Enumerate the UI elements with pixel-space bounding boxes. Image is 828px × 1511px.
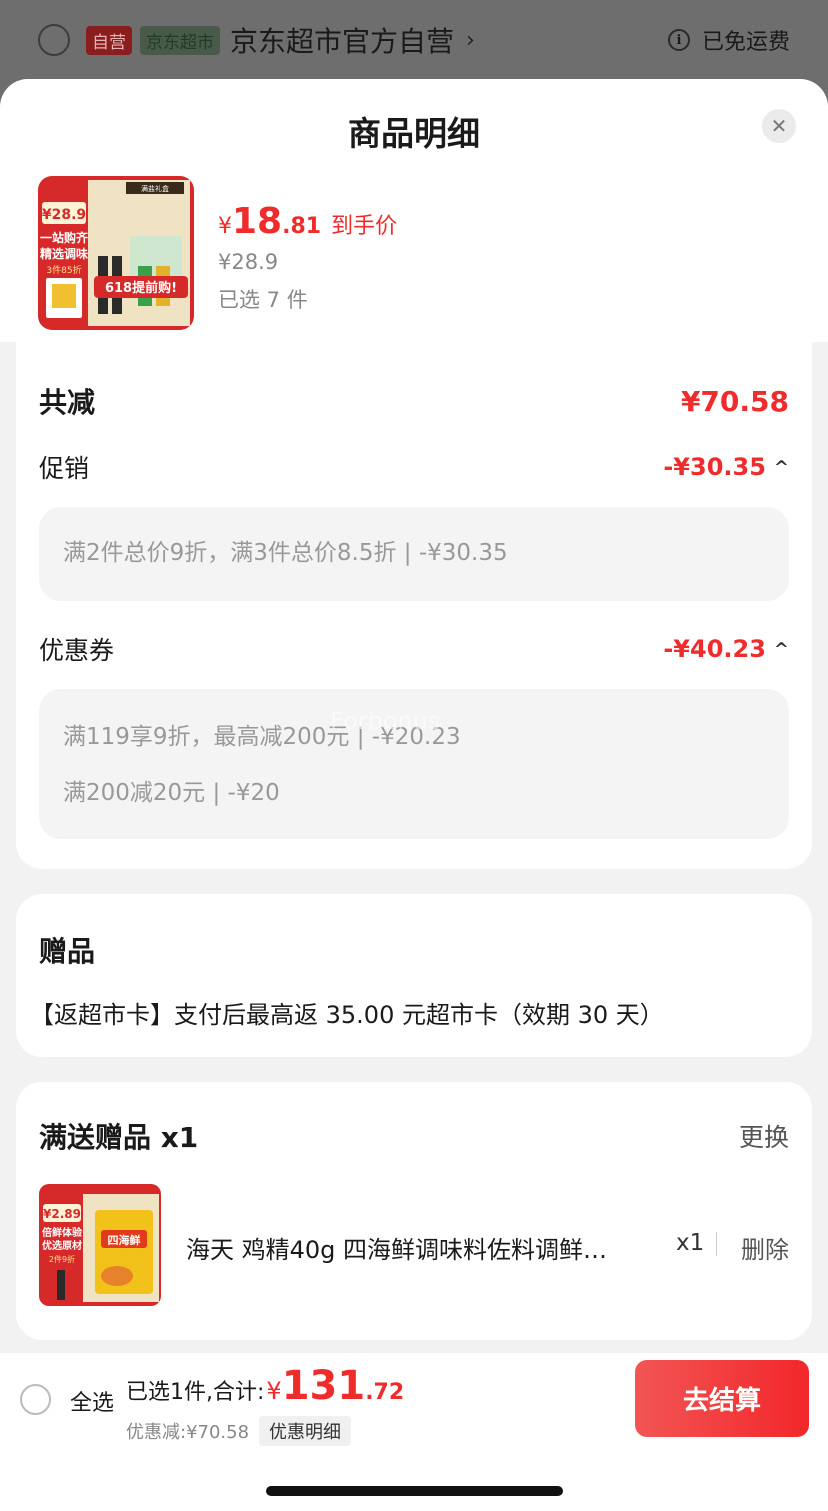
product-image: 满盐礼盒 ¥28.9 一站购齐 精选调味 3件85折 618提前购! — [38, 176, 194, 330]
svg-text:¥2.89: ¥2.89 — [43, 1207, 81, 1221]
shop-name[interactable]: 京东超市官方自营 — [230, 20, 454, 60]
svg-text:一站购齐: 一站购齐 — [40, 230, 89, 245]
chevron-right-icon: › — [466, 27, 475, 53]
summary-text: 已选1件,合计: — [126, 1380, 265, 1405]
gift-description: 【返超市卡】支付后最高返 35.00 元超市卡（效期 30 天） — [30, 1001, 664, 1029]
home-indicator — [266, 1486, 563, 1496]
coupon-detail-line: 满200减20元 | -¥20 — [63, 780, 280, 806]
select-all-radio[interactable] — [20, 1384, 51, 1415]
shipping-label: 已免运费 — [701, 30, 790, 55]
coupon-label: 优惠券 — [39, 636, 115, 665]
promotion-value: -¥30.35 ^ — [663, 453, 789, 481]
checkout-button[interactable]: 去结算 — [635, 1360, 809, 1437]
price-decimal: .81 — [282, 214, 322, 239]
total-discount-label: 共减 — [39, 386, 96, 419]
svg-text:精选调味: 精选调味 — [40, 246, 88, 261]
svg-text:¥28.9: ¥28.9 — [42, 207, 86, 223]
coupon-value: -¥40.23 ^ — [663, 635, 789, 663]
svg-text:618提前购!: 618提前购! — [105, 280, 177, 296]
svg-text:优选原材: 优选原材 — [42, 1239, 82, 1252]
discount-card: 共减 ¥70.58 促销 -¥30.35 ^ 满2件总价9折，满3件总价8.5折… — [16, 319, 812, 869]
coupon-row[interactable]: 优惠券 -¥40.23 ^ — [39, 631, 789, 667]
promotion-row[interactable]: 促销 -¥30.35 ^ — [39, 449, 789, 485]
sum-decimal: .72 — [365, 1380, 405, 1405]
product-detail-sheet: 商品明细 ✕ 满盐礼盒 ¥28.9 一站购齐 精选调味 3件85折 618提前购… — [0, 79, 828, 1511]
price-symbol: ¥ — [218, 214, 232, 239]
self-operated-badge: 自营 — [86, 25, 132, 55]
promotion-detail-box: 满2件总价9折，满3件总价8.5折 | -¥30.35 — [39, 507, 789, 601]
jd-market-badge: 京东超市 — [140, 25, 220, 55]
full-gift-title: 满送赠品 x1 — [39, 1121, 199, 1154]
order-summary: 已选1件,合计: ¥ 131 .72 — [126, 1363, 404, 1409]
svg-text:2件9折: 2件9折 — [49, 1254, 75, 1264]
watermark: Forbonus — [330, 707, 441, 735]
price-block: ¥ 18 .81 到手价 ¥28.9 已选 7 件 — [218, 201, 397, 314]
original-price: ¥28.9 — [218, 250, 279, 274]
total-discount-value: ¥70.58 — [680, 384, 789, 418]
saving-amount: 优惠减:¥70.58 — [126, 1422, 250, 1443]
final-price: ¥ 18 .81 到手价 — [218, 201, 397, 242]
info-icon: i — [667, 29, 690, 51]
close-icon[interactable]: ✕ — [762, 109, 796, 143]
chevron-up-icon[interactable]: ^ — [774, 639, 789, 660]
store-header: 自营 京东超市 京东超市官方自营 › i 已免运费 — [0, 0, 828, 80]
gift-item-name[interactable]: 海天 鸡精40g 四海鲜调味料佐料调鲜… — [186, 1230, 658, 1265]
svg-text:满盐礼盒: 满盐礼盒 — [141, 184, 169, 193]
price-integer: 18 — [232, 201, 283, 242]
sum-integer: 131 — [281, 1363, 366, 1409]
saving-row: 优惠减:¥70.58 优惠明细 — [126, 1416, 352, 1446]
sheet-title: 商品明细 — [348, 114, 480, 153]
full-gift-card: 满送赠品 x1 更换 ¥2.89 倍鲜体验 优选原材 2件9折 四海鲜 海天 鸡… — [16, 1082, 812, 1340]
gift-card: 赠品 【返超市卡】支付后最高返 35.00 元超市卡（效期 30 天） — [16, 894, 812, 1057]
gift-title: 赠品 — [39, 935, 96, 968]
total-discount-row: 共减 ¥70.58 — [39, 381, 789, 421]
svg-text:3件85折: 3件85折 — [46, 264, 81, 276]
promotion-detail-line: 满2件总价9折，满3件总价8.5折 | -¥30.35 — [63, 540, 508, 566]
change-gift-button[interactable]: 更换 — [739, 1118, 789, 1154]
select-all-label[interactable]: 全选 — [70, 1385, 114, 1417]
saving-detail-button[interactable]: 优惠明细 — [259, 1416, 352, 1446]
store-select-radio[interactable] — [38, 24, 70, 56]
gift-product-image[interactable]: ¥2.89 倍鲜体验 优选原材 2件9折 四海鲜 — [39, 1184, 161, 1306]
svg-text:倍鲜体验: 倍鲜体验 — [42, 1226, 83, 1239]
sum-symbol: ¥ — [266, 1377, 282, 1405]
selected-count: 已选 7 件 — [218, 288, 308, 312]
shipping-info[interactable]: i 已免运费 — [667, 24, 790, 56]
divider — [716, 1232, 717, 1256]
checkout-bar: 全选 已选1件,合计: ¥ 131 .72 优惠减:¥70.58 优惠明细 去结… — [0, 1353, 828, 1511]
promotion-label: 促销 — [39, 454, 90, 483]
svg-text:四海鲜: 四海鲜 — [108, 1233, 141, 1247]
price-tag: 到手价 — [331, 214, 398, 239]
delete-gift-button[interactable]: 删除 — [741, 1230, 789, 1265]
chevron-up-icon[interactable]: ^ — [774, 457, 789, 478]
sheet-header: 商品明细 ✕ 满盐礼盒 ¥28.9 一站购齐 精选调味 3件85折 618提前购… — [0, 79, 828, 342]
gift-item-qty: x1 — [676, 1230, 705, 1256]
